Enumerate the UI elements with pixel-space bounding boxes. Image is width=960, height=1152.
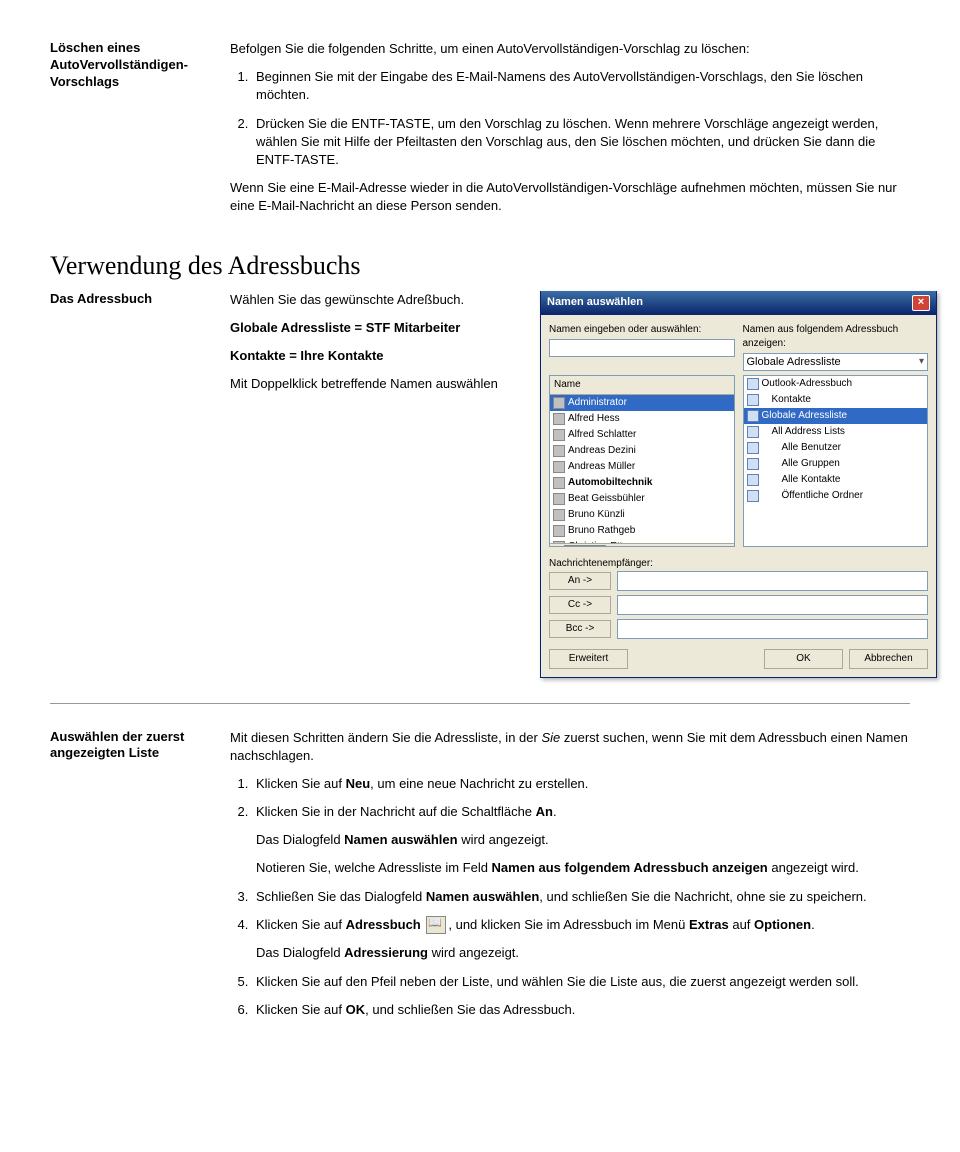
- list-item[interactable]: Alfred Schlatter: [550, 427, 734, 443]
- ok-button[interactable]: OK: [764, 649, 843, 669]
- intro-first-list: Mit diesen Schritten ändern Sie die Adre…: [230, 729, 910, 765]
- side-label-first-list: Auswählen der zuerst angezeigten Liste: [50, 729, 230, 763]
- list-names-header: Name: [550, 376, 734, 395]
- side-label-delete-autocomplete: Löschen eines AutoVervollständigen-Vorsc…: [50, 40, 230, 91]
- content-first-list: Mit diesen Schritten ändern Sie die Adre…: [230, 729, 910, 1029]
- label-recipients: Nachrichtenempfänger:: [549, 557, 928, 571]
- step-6: Klicken Sie auf OK, und schließen Sie da…: [252, 1001, 910, 1019]
- step-1: Beginnen Sie mit der Eingabe des E-Mail-…: [252, 68, 910, 104]
- dialog-select-names: Namen auswählen × Namen eingeben oder au…: [540, 291, 937, 678]
- erweitert-button[interactable]: Erweitert: [549, 649, 628, 669]
- list-item[interactable]: Andreas Dezini: [550, 443, 734, 459]
- close-icon[interactable]: ×: [912, 295, 930, 311]
- addressbook-icon: [426, 916, 446, 934]
- content-delete-autocomplete: Befolgen Sie die folgenden Schritte, um …: [230, 40, 910, 226]
- heading-addressbook: Verwendung des Adressbuchs: [50, 251, 910, 281]
- combo-addressbook[interactable]: Globale Adressliste: [743, 353, 929, 371]
- list-item[interactable]: Automobiltechnik: [550, 475, 734, 491]
- step-2: Drücken Sie die ENTF-TASTE, um den Vorsc…: [252, 115, 910, 170]
- addr-line4: Mit Doppelklick betreffende Namen auswäh…: [230, 375, 520, 393]
- dialog-titlebar: Namen auswählen ×: [541, 291, 936, 315]
- list-names[interactable]: Name Administrator Alfred Hess Alfred Sc…: [549, 375, 735, 547]
- list-item[interactable]: Outlook-Adressbuch: [744, 376, 928, 392]
- input-enter-name[interactable]: [549, 339, 735, 357]
- note-text: Wenn Sie eine E-Mail-Adresse wieder in d…: [230, 179, 910, 215]
- label-addressbook-select: Namen aus folgendem Adressbuch anzeigen:: [743, 323, 929, 351]
- list-addressbooks[interactable]: Outlook-Adressbuch Kontakte Globale Adre…: [743, 375, 929, 547]
- list-item[interactable]: All Address Lists: [744, 424, 928, 440]
- list-item[interactable]: Globale Adressliste: [744, 408, 928, 424]
- list-item[interactable]: Kontakte: [744, 392, 928, 408]
- bcc-button[interactable]: Bcc ->: [549, 620, 611, 638]
- addr-line2: Globale Adressliste = STF Mitarbeiter: [230, 319, 520, 337]
- list-item[interactable]: Christian Etter: [550, 539, 734, 543]
- side-label-addressbook: Das Adressbuch: [50, 291, 230, 308]
- step-5: Klicken Sie auf den Pfeil neben der List…: [252, 973, 910, 991]
- dialog-title-text: Namen auswählen: [547, 295, 643, 310]
- label-enter-name: Namen eingeben oder auswählen:: [549, 323, 735, 337]
- an-button[interactable]: An ->: [549, 572, 611, 590]
- list-item[interactable]: Administrator: [550, 395, 734, 411]
- list-item[interactable]: Alle Benutzer: [744, 440, 928, 456]
- list-item[interactable]: Bruno Rathgeb: [550, 523, 734, 539]
- cc-field[interactable]: [617, 595, 928, 615]
- step-1: Klicken Sie auf Neu, um eine neue Nachri…: [252, 775, 910, 793]
- intro-text: Befolgen Sie die folgenden Schritte, um …: [230, 40, 910, 58]
- step-2: Klicken Sie in der Nachricht auf die Sch…: [252, 803, 910, 878]
- step-3: Schließen Sie das Dialogfeld Namen auswä…: [252, 888, 910, 906]
- list-item[interactable]: Alle Kontakte: [744, 472, 928, 488]
- cc-button[interactable]: Cc ->: [549, 596, 611, 614]
- bcc-field[interactable]: [617, 619, 928, 639]
- list-item[interactable]: Bruno Künzli: [550, 507, 734, 523]
- addr-line1: Wählen Sie das gewünschte Adreßbuch.: [230, 291, 520, 309]
- divider: [50, 703, 910, 704]
- list-item[interactable]: Alfred Hess: [550, 411, 734, 427]
- addr-line3: Kontakte = Ihre Kontakte: [230, 347, 520, 365]
- list-item[interactable]: Öffentliche Ordner: [744, 488, 928, 504]
- list-item[interactable]: Andreas Müller: [550, 459, 734, 475]
- list-item[interactable]: Alle Gruppen: [744, 456, 928, 472]
- addressbook-text: Wählen Sie das gewünschte Adreßbuch. Glo…: [230, 291, 520, 404]
- an-field[interactable]: [617, 571, 928, 591]
- list-item[interactable]: Beat Geissbühler: [550, 491, 734, 507]
- abbrechen-button[interactable]: Abbrechen: [849, 649, 928, 669]
- scrollbar-horizontal[interactable]: [550, 543, 734, 547]
- step-4: Klicken Sie auf Adressbuch , und klicken…: [252, 916, 910, 963]
